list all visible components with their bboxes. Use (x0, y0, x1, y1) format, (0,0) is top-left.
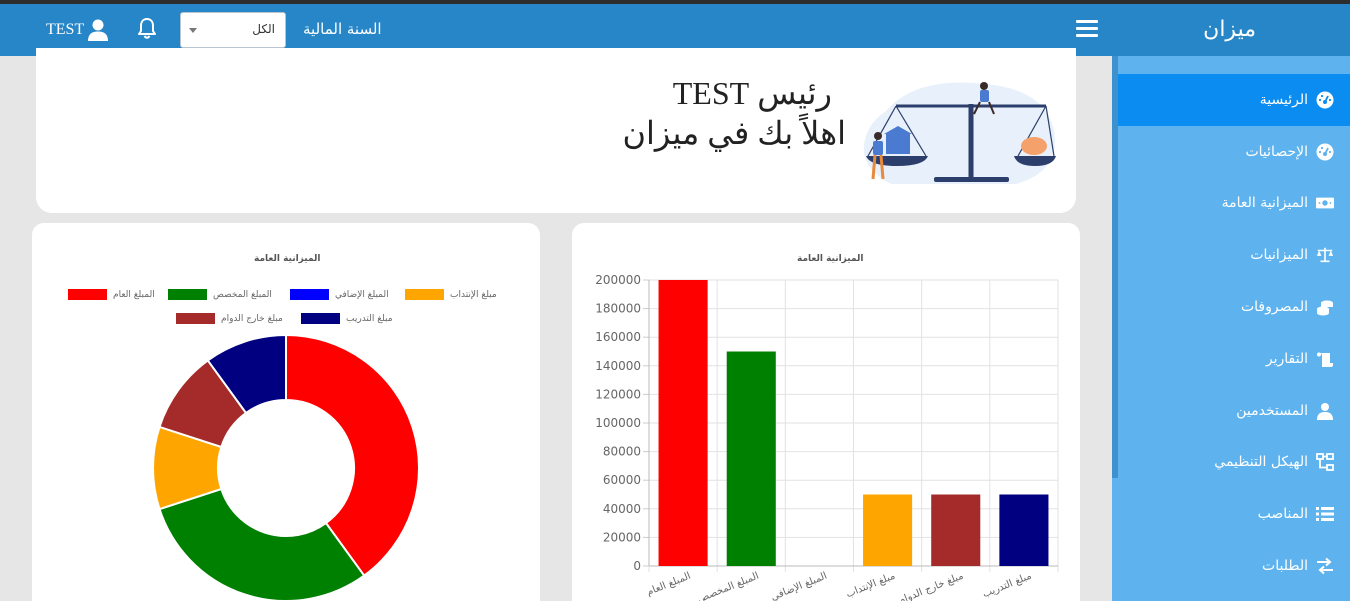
sidebar-item-requests[interactable]: الطلبات (1118, 540, 1350, 592)
x-tick-label: المبلغ المخصص (696, 571, 761, 601)
sidebar-item-statistics[interactable]: الإحصائيات (1118, 126, 1350, 178)
x-tick-label: المبلغ العام (645, 571, 692, 599)
y-tick-label: 200000 (595, 273, 641, 287)
exchange-icon (1317, 557, 1333, 575)
user-icon (88, 19, 109, 41)
bar[interactable] (658, 280, 708, 566)
gauge-icon (1316, 91, 1334, 109)
y-tick-label: 40000 (603, 502, 641, 516)
y-tick-label: 120000 (595, 387, 641, 401)
brand-logo-text[interactable]: ميزان (1203, 17, 1256, 42)
sitemap-icon (1316, 453, 1334, 472)
y-tick-label: 20000 (603, 530, 641, 544)
sidebar-item-expenses[interactable]: المصروفات (1118, 281, 1350, 333)
sidebar-item-budgets[interactable]: الميزانيات (1118, 229, 1350, 281)
x-tick-label: مبلغ التدريب (981, 571, 1033, 601)
bar[interactable] (999, 494, 1049, 567)
bar[interactable] (726, 351, 776, 567)
sidebar-item-label: الإحصائيات (1245, 143, 1308, 160)
sidebar-item-home[interactable]: الرئيسية (1118, 74, 1350, 126)
sidebar-item-label: الطلبات (1262, 558, 1308, 575)
username-label: TEST (46, 21, 85, 38)
sidebar-item-label: الميزانية العامة (1221, 195, 1308, 212)
sidebar-item-label: التقارير (1265, 350, 1308, 367)
chevron-down-icon (189, 28, 197, 33)
y-tick-label: 60000 (603, 473, 641, 487)
y-tick-label: 160000 (595, 330, 641, 344)
y-tick-label: 80000 (603, 445, 641, 459)
y-tick-label: 140000 (595, 359, 641, 373)
donut-chart-card: الميزانية العامة المبلغ العام المبلغ الم… (32, 223, 540, 601)
fiscal-year-selected-value: الكل (252, 22, 275, 36)
sidebar-item-label: الميزانيات (1250, 247, 1308, 264)
donut-chart (152, 333, 420, 601)
sidebar-item-general-budget[interactable]: الميزانية العامة (1118, 178, 1350, 230)
list-icon (1316, 507, 1334, 522)
bell-icon[interactable] (136, 17, 158, 41)
balance-scale-illustration (863, 82, 1056, 184)
x-tick-label: مبلغ الإنتداب (845, 571, 897, 601)
y-tick-label: 180000 (595, 302, 641, 316)
bar[interactable] (863, 494, 913, 567)
x-tick-label: مبلغ خارج الدوام (897, 571, 965, 601)
sidebar-item-reports[interactable]: التقارير (1118, 333, 1350, 385)
welcome-greeting: رئيس TEST (672, 75, 832, 111)
sidebar-item-label: المستخدمين (1236, 402, 1308, 419)
user-icon (1317, 402, 1333, 420)
sidebar-item-positions[interactable]: المناصب (1118, 488, 1350, 540)
scroll-icon (1317, 352, 1333, 367)
sidebar-nav: الرئيسية الإحصائيات الميزانية العامة الم… (1118, 74, 1350, 592)
sidebar-item-label: الرئيسية (1259, 91, 1308, 108)
sidebar-item-label: المصروفات (1240, 299, 1308, 316)
sidebar-item-org-structure[interactable]: الهيكل التنظيمي (1118, 437, 1350, 489)
gauge-icon (1316, 143, 1334, 161)
fiscal-year-select[interactable]: الكل (180, 12, 286, 48)
sidebar-item-users[interactable]: المستخدمين (1118, 385, 1350, 437)
coins-icon (1317, 300, 1333, 316)
donut-slice[interactable] (158, 487, 366, 601)
y-tick-label: 0 (633, 559, 641, 573)
y-tick-label: 100000 (595, 416, 641, 430)
welcome-card: رئيس TEST اهلاً بك في ميزان (36, 48, 1076, 213)
welcome-message: اهلاً بك في ميزان (622, 115, 846, 151)
bar-chart: 0 20000 40000 60000 80000 100000 120000 140000 1… (595, 273, 1059, 601)
money-bill-icon (1316, 198, 1334, 209)
fiscal-year-label: السنة المالية (303, 20, 382, 38)
bar[interactable] (931, 494, 981, 567)
balance-scale-icon (1316, 248, 1334, 263)
x-tick-label: المبلغ الإضافي (769, 571, 828, 601)
sidebar-item-label: المناصب (1257, 506, 1308, 523)
user-menu[interactable]: TEST (46, 17, 109, 43)
sidebar-item-label: الهيكل التنظيمي (1214, 454, 1308, 471)
menu-toggle-icon[interactable] (1076, 20, 1098, 40)
bar-chart-card: الميزانية العامة 0 20000 40000 60000 80000 10… (572, 223, 1080, 601)
